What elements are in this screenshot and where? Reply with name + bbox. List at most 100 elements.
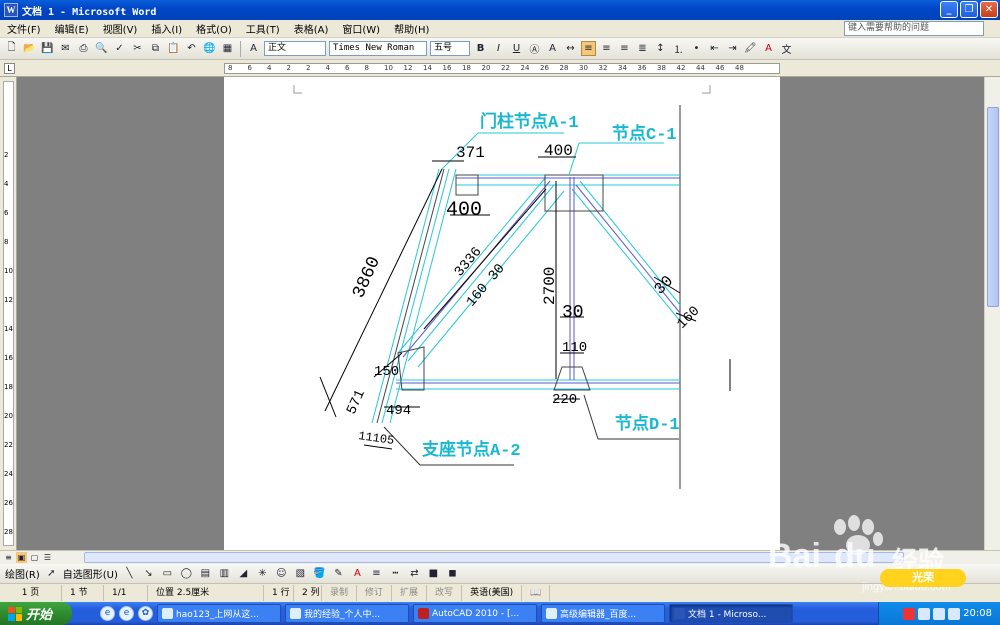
print-preview-icon[interactable]: 🔍 xyxy=(94,41,109,56)
horizontal-ruler[interactable]: L 8 6 4 2 2 4 6 8 10 12 14 16 18 20 22 24 26 28 30 32 34 36 38… xyxy=(0,60,1000,77)
ie-icon[interactable]: e xyxy=(100,606,115,621)
word-app-icon[interactable]: W xyxy=(4,3,18,17)
vertical-scrollbar[interactable] xyxy=(984,77,1000,550)
style-select[interactable]: 正文 xyxy=(264,41,326,56)
font-select[interactable]: Times New Roman xyxy=(329,41,427,56)
wordart-icon[interactable]: ◢ xyxy=(236,566,251,581)
spelling-icon[interactable]: ✓ xyxy=(112,41,127,56)
web-view-icon[interactable]: ▣ xyxy=(16,552,27,563)
menu-view[interactable]: 视图(V) xyxy=(96,21,145,36)
network-icon[interactable] xyxy=(933,607,946,620)
textbox-tool-icon[interactable]: ▤ xyxy=(198,566,213,581)
oval-tool-icon[interactable]: ◯ xyxy=(179,566,194,581)
menu-insert[interactable]: 插入(I) xyxy=(144,21,189,36)
dash-style-icon[interactable]: ┅ xyxy=(388,566,403,581)
menu-edit[interactable]: 编辑(E) xyxy=(48,21,96,36)
input-method-icon[interactable] xyxy=(903,607,916,620)
taskbar-item[interactable]: hao123_上网从这... xyxy=(157,604,281,623)
arrow-style-icon[interactable]: ⇄ xyxy=(407,566,422,581)
picture-icon[interactable]: ▧ xyxy=(293,566,308,581)
browser-icon[interactable]: e xyxy=(119,606,134,621)
minimize-button[interactable]: _ xyxy=(940,1,958,18)
hyperlink-icon[interactable]: 🌐 xyxy=(202,41,217,56)
taskbar-item[interactable]: 我的经验_个人中... xyxy=(285,604,409,623)
taskbar-item-active[interactable]: 文档 1 - Microso... xyxy=(669,604,793,623)
tray-tool-icon[interactable] xyxy=(918,607,931,620)
highlight-icon[interactable]: 🖍 xyxy=(743,41,758,56)
shadow-icon[interactable]: ■ xyxy=(426,566,441,581)
clipart-icon[interactable]: ☺ xyxy=(274,566,289,581)
3d-icon[interactable]: ◼ xyxy=(445,566,460,581)
style-format-icon[interactable]: A xyxy=(246,41,261,56)
italic-button[interactable]: I xyxy=(491,41,506,56)
bold-button[interactable]: B xyxy=(473,41,488,56)
outline-view-icon[interactable]: ☰ xyxy=(42,552,53,563)
rectangle-tool-icon[interactable]: ▭ xyxy=(160,566,175,581)
start-button[interactable]: 开始 xyxy=(0,602,72,625)
arrow-tool-icon[interactable]: ↘ xyxy=(141,566,156,581)
status-extend[interactable]: 扩展 xyxy=(392,585,428,601)
taskbar-item[interactable]: AutoCAD 2010 - [... xyxy=(413,604,537,623)
volume-icon[interactable] xyxy=(948,607,961,620)
print-view-icon[interactable]: ▢ xyxy=(29,552,40,563)
ruler-tick-label: 32 xyxy=(598,64,608,72)
line-tool-icon[interactable]: ╲ xyxy=(122,566,137,581)
normal-view-icon[interactable]: ≡ xyxy=(3,552,14,563)
font-color-icon[interactable]: A xyxy=(761,41,776,56)
increase-indent-icon[interactable]: ⇥ xyxy=(725,41,740,56)
align-center-icon[interactable]: ≡ xyxy=(599,41,614,56)
autoshapes-menu[interactable]: 自选图形(U) xyxy=(63,566,118,581)
line-style-icon[interactable]: ≡ xyxy=(369,566,384,581)
cad-drawing[interactable]: 门柱节点A-1 节点C-1 节点D-1 支座节点A-2 371 400 400 … xyxy=(224,77,780,550)
taskbar-item[interactable]: 高级编辑器_百度... xyxy=(541,604,665,623)
save-icon[interactable]: 💾 xyxy=(40,41,55,56)
undo-icon[interactable]: ↶ xyxy=(184,41,199,56)
document-page[interactable]: 门柱节点A-1 节点C-1 节点D-1 支座节点A-2 371 400 400 … xyxy=(224,77,780,550)
line-color-icon[interactable]: ✎ xyxy=(331,566,346,581)
status-track-changes[interactable]: 修订 xyxy=(357,585,393,601)
paste-icon[interactable]: 📋 xyxy=(166,41,181,56)
numbering-icon[interactable]: ⒈ xyxy=(671,41,686,56)
bullets-icon[interactable]: • xyxy=(689,41,704,56)
messenger-icon[interactable]: ✿ xyxy=(138,606,153,621)
spell-check-icon[interactable]: 📖 xyxy=(522,585,551,601)
menu-help[interactable]: 帮助(H) xyxy=(387,21,436,36)
select-arrow-icon[interactable]: ➚ xyxy=(44,566,59,581)
permission-icon[interactable]: ✉ xyxy=(58,41,73,56)
menu-format[interactable]: 格式(O) xyxy=(189,21,239,36)
diagram-icon[interactable]: ✳ xyxy=(255,566,270,581)
fill-color-icon[interactable]: 🪣 xyxy=(312,566,327,581)
drawing-font-color-icon[interactable]: A xyxy=(350,566,365,581)
copy-icon[interactable]: ⧉ xyxy=(148,41,163,56)
cut-icon[interactable]: ✂ xyxy=(130,41,145,56)
menu-tools[interactable]: 工具(T) xyxy=(239,21,287,36)
status-record[interactable]: 录制 xyxy=(322,585,358,601)
vertical-ruler[interactable]: 24681012141618202224262830 xyxy=(0,77,17,565)
vertical-textbox-icon[interactable]: ▥ xyxy=(217,566,232,581)
new-document-icon[interactable]: 🗋 xyxy=(4,41,19,56)
table-icon[interactable]: ▦ xyxy=(220,41,235,56)
menu-file[interactable]: 文件(F) xyxy=(0,21,48,36)
align-right-icon[interactable]: ≡ xyxy=(617,41,632,56)
draw-menu[interactable]: 绘图(R) xyxy=(5,566,40,581)
maximize-button[interactable]: ❐ xyxy=(960,1,978,18)
menu-table[interactable]: 表格(A) xyxy=(287,21,336,36)
distributed-icon[interactable]: ≣ xyxy=(635,41,650,56)
char-scale-icon[interactable]: ↔ xyxy=(563,41,578,56)
status-overtype[interactable]: 改写 xyxy=(427,585,463,601)
font-size-select[interactable]: 五号 xyxy=(430,41,470,56)
print-icon[interactable]: ⎙ xyxy=(76,41,91,56)
char-shading-icon[interactable]: A xyxy=(545,41,560,56)
open-folder-icon[interactable]: 📂 xyxy=(22,41,37,56)
help-search-input[interactable]: 键入需要帮助的问题 xyxy=(844,21,984,36)
char-border-icon[interactable]: Ⓐ xyxy=(527,41,542,56)
close-button[interactable]: ✕ xyxy=(980,1,998,18)
decrease-indent-icon[interactable]: ⇤ xyxy=(707,41,722,56)
tab-selector-icon[interactable]: L xyxy=(4,63,15,74)
align-justify-icon[interactable]: ≡ xyxy=(581,41,596,56)
menu-window[interactable]: 窗口(W) xyxy=(335,21,387,36)
phonetic-icon[interactable]: 文 xyxy=(779,41,794,56)
underline-button[interactable]: U xyxy=(509,41,524,56)
line-spacing-icon[interactable]: ↕ xyxy=(653,41,668,56)
scrollbar-thumb[interactable] xyxy=(987,107,999,307)
